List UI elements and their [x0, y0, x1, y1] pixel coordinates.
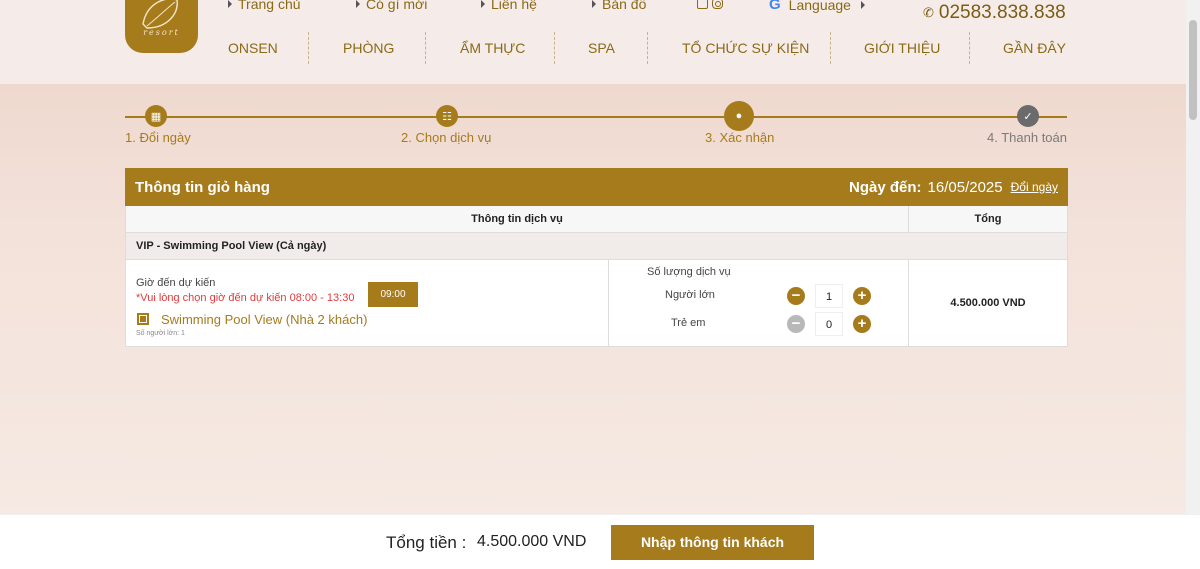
caret-right-icon — [356, 0, 360, 8]
caret-right-icon — [592, 0, 596, 8]
main-nav: ONSEN PHÒNG ẨM THỰC SPA TỔ CHỨC SỰ KIỆN … — [228, 30, 1068, 66]
plus-icon[interactable]: + — [853, 315, 871, 333]
change-date-link[interactable]: Đổi ngày — [1011, 180, 1058, 194]
line-total: 4.500.000 VND — [950, 297, 1026, 309]
quantity-section: Số lượng dịch vụ Người lớn − 1 + Trẻ em … — [609, 260, 909, 346]
table-row: Giờ đến dự kiến *Vui lòng chọn giờ đến d… — [126, 260, 1067, 346]
col-total-header: Tổng — [974, 213, 1002, 225]
cart-header: Thông tin giỏ hàng Ngày đến: 16/05/2025 … — [125, 168, 1068, 206]
hotline[interactable]: ✆ 02583.838.838 — [923, 2, 1066, 24]
nav-item-nearby[interactable]: GẦN ĐÂY — [1003, 30, 1066, 66]
scrollbar[interactable] — [1186, 0, 1200, 514]
col-service-header: Thông tin dịch vụ — [126, 206, 909, 232]
toplink-contact[interactable]: Liên hệ — [481, 0, 537, 12]
step-choose-service[interactable]: 2. Chọn dịch vụ — [401, 130, 491, 145]
table-header: Thông tin dịch vụ Tổng — [126, 206, 1067, 233]
nav-divider — [425, 32, 426, 64]
facebook-icon[interactable] — [697, 0, 708, 9]
adults-label: Người lớn — [665, 289, 715, 301]
instagram-icon[interactable] — [712, 0, 723, 9]
resort-logo[interactable]: resort — [125, 0, 198, 53]
nav-item-onsen[interactable]: ONSEN — [228, 30, 278, 66]
cart-title: Thông tin giỏ hàng — [135, 178, 270, 196]
cart-icon[interactable]: ☷ — [436, 105, 458, 127]
children-label: Trẻ em — [671, 317, 706, 329]
nav-item-events[interactable]: TỔ CHỨC SỰ KIỆN — [682, 30, 809, 66]
arrival-date: 16/05/2025 — [927, 178, 1003, 196]
nav-item-about[interactable]: GIỚI THIỆU — [864, 30, 940, 66]
nav-item-dining[interactable]: ẨM THỰC — [460, 30, 525, 66]
step-payment: 4. Thanh toán — [987, 130, 1067, 145]
nav-item-rooms[interactable]: PHÒNG — [343, 30, 394, 66]
nav-divider — [554, 32, 555, 64]
toplink-map[interactable]: Bản đồ — [592, 0, 646, 12]
nav-divider — [308, 32, 309, 64]
nav-divider — [969, 32, 970, 64]
language-selector[interactable]: G Language — [769, 0, 865, 13]
google-icon: G — [769, 0, 781, 13]
leaf-logo-icon — [142, 0, 178, 29]
language-label: Language — [788, 0, 851, 13]
nav-item-spa[interactable]: SPA — [588, 30, 615, 66]
total-label: Tổng tiền : — [386, 533, 467, 552]
booking-steps: ▦ 1. Đổi ngày ☷ 2. Chọn dịch vụ ● 3. Xác… — [125, 100, 1067, 150]
check-icon: ✓ — [1017, 105, 1039, 127]
nav-divider — [830, 32, 831, 64]
checkout-bar: Tổng tiền : 4.500.000 VND Nhập thông tin… — [0, 514, 1200, 569]
phone-number: 02583.838.838 — [938, 2, 1066, 23]
phone-icon: ✆ — [923, 5, 934, 20]
arrival-time-button[interactable]: 09:00 — [368, 282, 418, 307]
steps-progress-line — [125, 116, 1067, 118]
guest-note: Số người lớn: 1 — [136, 330, 185, 337]
total-value: 4.500.000 VND — [477, 533, 587, 550]
step-confirm: 3. Xác nhận — [705, 130, 775, 145]
social-links — [697, 0, 723, 9]
site-header: resort Trang chủ Có gì mới Liên hệ Bản đ… — [0, 0, 1186, 84]
cart-panel: Thông tin giỏ hàng Ngày đến: 16/05/2025 … — [125, 168, 1068, 347]
scroll-thumb[interactable] — [1189, 20, 1197, 120]
arrival-time-warning: *Vui lòng chọn giờ đến dự kiến 08:00 - 1… — [136, 292, 355, 304]
quantity-header: Số lượng dịch vụ — [647, 266, 731, 278]
arrival-date-label: Ngày đến: — [849, 178, 922, 196]
user-icon: ● — [724, 101, 754, 131]
nav-divider — [647, 32, 648, 64]
package-name: VIP - Swimming Pool View (Cả ngày) — [126, 233, 1067, 260]
caret-right-icon — [860, 0, 865, 9]
room-name: Swimming Pool View (Nhà 2 khách) — [161, 312, 368, 327]
toplink-home[interactable]: Trang chủ — [228, 0, 301, 12]
minus-icon[interactable]: − — [787, 287, 805, 305]
adults-stepper: Người lớn − 1 + — [609, 284, 909, 308]
step-change-date[interactable]: 1. Đổi ngày — [125, 130, 191, 145]
toplink-label: Trang chủ — [238, 0, 301, 12]
children-quantity[interactable]: 0 — [815, 312, 843, 336]
toplink-label: Bản đồ — [602, 0, 647, 12]
minus-icon[interactable]: − — [787, 315, 805, 333]
caret-right-icon — [481, 0, 485, 8]
room-checkbox[interactable] — [137, 313, 149, 325]
service-details: Giờ đến dự kiến *Vui lòng chọn giờ đến d… — [126, 260, 609, 346]
enter-guest-info-button[interactable]: Nhập thông tin khách — [611, 525, 814, 560]
children-stepper: Trẻ em − 0 + — [609, 312, 909, 336]
cart-table: Thông tin dịch vụ Tổng VIP - Swimming Po… — [125, 206, 1068, 347]
plus-icon[interactable]: + — [853, 287, 871, 305]
toplink-label: Liên hệ — [491, 0, 537, 12]
toplink-label: Có gì mới — [366, 0, 428, 12]
adults-quantity[interactable]: 1 — [815, 284, 843, 308]
toplink-news[interactable]: Có gì mới — [356, 0, 427, 12]
arrival-time-label: Giờ đến dự kiến — [136, 277, 216, 289]
caret-right-icon — [228, 0, 232, 8]
calendar-icon[interactable]: ▦ — [145, 105, 167, 127]
